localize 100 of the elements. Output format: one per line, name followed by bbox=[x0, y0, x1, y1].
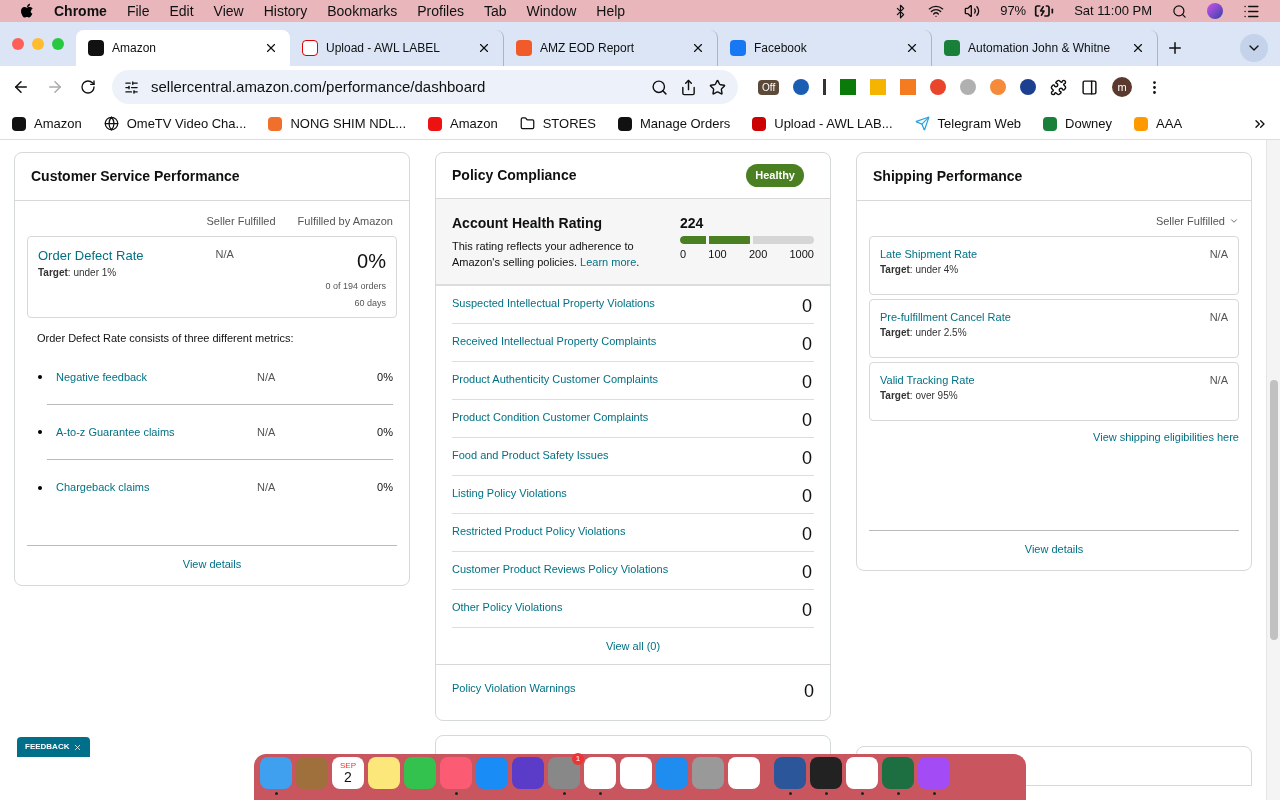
metric-link[interactable]: Pre-fulfillment Cancel Rate bbox=[880, 308, 1011, 325]
menu-item[interactable]: View bbox=[213, 0, 244, 22]
metric-link[interactable]: Order Defect Rate bbox=[38, 245, 216, 265]
metric-link[interactable]: Negative feedback bbox=[56, 368, 258, 386]
metric-link[interactable]: A-to-z Guarantee claims bbox=[56, 423, 258, 441]
policy-link[interactable]: Received Intellectual Property Complaints bbox=[452, 332, 657, 349]
bookmark[interactable]: Upload - AWL LAB... bbox=[752, 113, 893, 134]
tab-title: Facebook bbox=[754, 40, 808, 57]
calendar-day: 2 bbox=[344, 770, 352, 784]
search-icon[interactable] bbox=[1172, 3, 1187, 19]
metric-link[interactable]: Chargeback claims bbox=[56, 479, 258, 496]
seller-value: N/A bbox=[257, 480, 277, 496]
metric-link[interactable]: Late Shipment Rate bbox=[880, 245, 978, 262]
bookmark[interactable]: STORES bbox=[519, 113, 596, 134]
policy-link[interactable]: Restricted Product Policy Violations bbox=[452, 522, 626, 539]
dock-app-icon[interactable] bbox=[584, 757, 616, 795]
dock-app-icon[interactable] bbox=[620, 757, 652, 789]
site-settings-icon[interactable] bbox=[124, 79, 139, 95]
menu-item[interactable]: Window bbox=[526, 0, 577, 22]
policy-link[interactable]: Product Authenticity Customer Complaints bbox=[452, 370, 659, 387]
extension-badge[interactable]: Off bbox=[758, 79, 780, 95]
policy-count: 0 bbox=[802, 484, 812, 508]
dock-app-icon[interactable] bbox=[810, 757, 842, 795]
bookmark[interactable]: Telegram Web bbox=[914, 113, 1022, 134]
profile-avatar[interactable]: m bbox=[1112, 77, 1133, 97]
back-icon[interactable] bbox=[12, 78, 30, 96]
policy-link[interactable]: Suspected Intellectual Property Violations bbox=[452, 294, 655, 311]
wifi-icon[interactable] bbox=[928, 3, 945, 19]
fulfillment-dropdown[interactable]: Seller Fulfilled bbox=[1155, 213, 1239, 230]
policy-link[interactable]: Other Policy Violations bbox=[452, 598, 563, 615]
eligibility-link[interactable]: View shipping eligibilities here bbox=[1093, 428, 1239, 445]
target-text: Target: over 95% bbox=[880, 389, 959, 403]
bookmark[interactable]: Amazon bbox=[428, 113, 498, 134]
menu-item[interactable]: History bbox=[263, 0, 308, 22]
new-tab-icon[interactable] bbox=[1166, 39, 1184, 57]
tab-title: Upload - AWL LABEL bbox=[326, 40, 441, 57]
scale-label: 200 bbox=[748, 246, 768, 262]
extension-icon[interactable] bbox=[793, 79, 810, 95]
menu-item[interactable]: Edit bbox=[169, 0, 194, 22]
search-icon[interactable] bbox=[651, 78, 668, 96]
volume-icon[interactable] bbox=[964, 3, 981, 19]
bookmark[interactable]: OmeTV Video Cha... bbox=[103, 113, 247, 134]
browser-tab[interactable]: Amazon bbox=[76, 30, 290, 66]
close-icon[interactable] bbox=[905, 41, 919, 55]
app-menu[interactable]: Chrome bbox=[54, 0, 107, 22]
apple-icon[interactable] bbox=[20, 3, 34, 19]
close-icon[interactable] bbox=[264, 41, 278, 55]
menu-item[interactable]: Profiles bbox=[417, 0, 464, 22]
close-window-icon[interactable] bbox=[12, 38, 24, 50]
close-icon[interactable] bbox=[477, 41, 491, 55]
policy-link[interactable]: Listing Policy Violations bbox=[452, 484, 567, 501]
bullet-icon bbox=[38, 430, 42, 434]
address-field[interactable]: sellercentral.amazon.com/performance/dashboard bbox=[112, 70, 738, 104]
menu-item[interactable]: Tab bbox=[483, 0, 507, 22]
target-text: Target: under 4% bbox=[880, 263, 960, 277]
tab-title: Amazon bbox=[112, 40, 158, 57]
metric-value: 0% bbox=[377, 480, 393, 496]
policy-link[interactable]: Product Condition Customer Complaints bbox=[452, 408, 649, 425]
policy-count: 0 bbox=[802, 446, 812, 470]
extension-icon[interactable] bbox=[1020, 79, 1037, 95]
extensions-icon[interactable] bbox=[1050, 78, 1068, 96]
metric-link[interactable]: Valid Tracking Rate bbox=[880, 371, 975, 388]
view-details-link[interactable]: View details bbox=[1024, 541, 1084, 558]
bookmark[interactable]: AAA bbox=[1134, 113, 1183, 134]
menu-item[interactable]: Help bbox=[596, 0, 626, 22]
close-icon[interactable] bbox=[1131, 41, 1145, 55]
dock-app-icon[interactable]: SEP 2 bbox=[332, 757, 364, 789]
dock-app-icon[interactable] bbox=[368, 757, 400, 789]
side-panel-icon[interactable] bbox=[1081, 78, 1099, 96]
extension-icon[interactable] bbox=[823, 79, 827, 95]
siri-icon[interactable] bbox=[1207, 3, 1223, 19]
view-all-link[interactable]: View all (0) bbox=[605, 637, 661, 654]
policy-link[interactable]: Food and Product Safety Issues bbox=[452, 446, 609, 463]
share-icon[interactable] bbox=[680, 78, 697, 96]
globe-icon bbox=[103, 116, 119, 131]
bookmark[interactable]: Manage Orders bbox=[617, 113, 731, 134]
tab-search-button[interactable] bbox=[1240, 34, 1268, 62]
policy-count: 0 bbox=[802, 522, 812, 546]
rating-score: 224 bbox=[680, 213, 705, 233]
dock-app-icon[interactable] bbox=[846, 757, 878, 795]
bookmark[interactable]: NONG SHIM NDL... bbox=[268, 113, 406, 134]
feedback-button[interactable]: FEEDBACK bbox=[17, 737, 91, 757]
reload-icon[interactable] bbox=[80, 79, 96, 95]
policy-link[interactable]: Policy Violation Warnings bbox=[452, 680, 576, 705]
view-details-link[interactable]: View details bbox=[182, 556, 242, 573]
favicon-icon bbox=[268, 116, 283, 131]
scale-label: 0 bbox=[680, 246, 687, 262]
intro-text: Order Defect Rate consists of three different metrics: bbox=[36, 330, 295, 346]
clock[interactable]: Sat 11:00 PM bbox=[1074, 1, 1152, 21]
extension-icon[interactable] bbox=[840, 79, 857, 95]
forward-icon[interactable] bbox=[46, 78, 64, 96]
menu-item[interactable]: Bookmarks bbox=[327, 0, 398, 22]
scrollbar[interactable] bbox=[1266, 140, 1280, 800]
menu-item[interactable]: File bbox=[126, 0, 150, 22]
bookmark[interactable]: Amazon bbox=[12, 113, 82, 134]
policy-link[interactable]: Customer Product Reviews Policy Violations bbox=[452, 560, 669, 577]
dock-app-icon[interactable] bbox=[728, 757, 760, 789]
bookmark[interactable]: Downey bbox=[1043, 113, 1113, 134]
close-icon[interactable] bbox=[691, 41, 705, 55]
bookmark-star-icon[interactable] bbox=[709, 78, 726, 96]
